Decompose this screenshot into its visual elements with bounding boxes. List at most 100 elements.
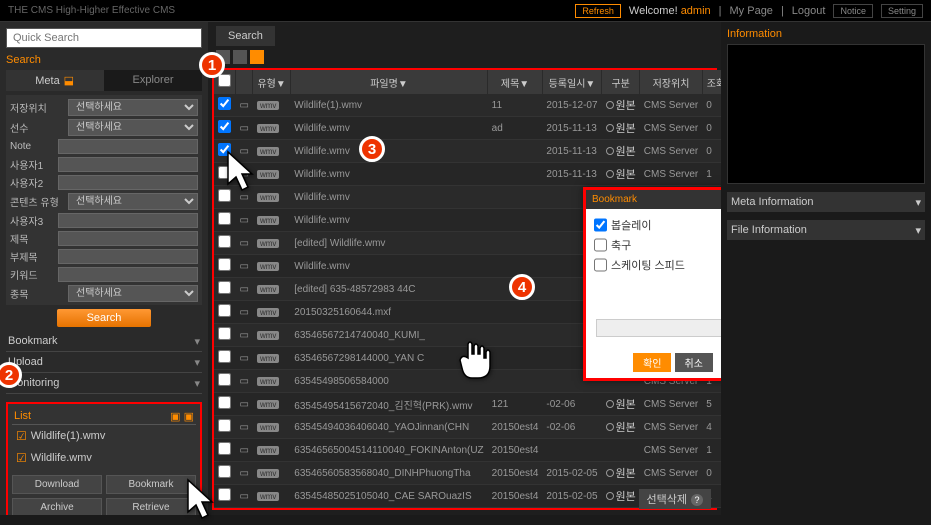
search-tab[interactable]: Search xyxy=(216,26,275,46)
file-icon: ▭ xyxy=(236,232,253,255)
logout-link[interactable]: Logout xyxy=(792,5,826,17)
setting-button[interactable]: Setting xyxy=(881,4,923,18)
tab-meta[interactable]: Meta ⬓ xyxy=(6,70,104,91)
file-icon: ▭ xyxy=(236,255,253,278)
type-badge: wmv xyxy=(257,354,279,363)
table-row[interactable]: ▭ wmv 63546560583568040_DINHPhuongTha 20… xyxy=(214,462,721,485)
row-checkbox[interactable] xyxy=(218,212,231,225)
welcome-label: Welcome! xyxy=(629,5,678,17)
delete-selected-button[interactable]: 선택삭제? xyxy=(639,489,711,509)
list-item[interactable]: ☑Wildlife.wmv xyxy=(12,447,196,469)
user3-input[interactable] xyxy=(58,213,198,228)
cell-storage: CMS Server xyxy=(640,94,702,117)
refresh-button[interactable]: Refresh xyxy=(575,4,621,18)
row-checkbox[interactable] xyxy=(218,304,231,317)
cell-filename: Wildlife.wmv xyxy=(290,209,487,232)
table-row[interactable]: ▭ wmv Wildlife.wmv ad 2015-11-13 원본 CMS … xyxy=(214,117,721,140)
bookmark-option-checkbox[interactable] xyxy=(594,237,607,253)
row-checkbox[interactable] xyxy=(218,373,231,386)
row-checkbox[interactable] xyxy=(218,396,231,409)
row-checkbox[interactable] xyxy=(218,350,231,363)
row-checkbox[interactable] xyxy=(218,327,231,340)
table-row[interactable]: ▭ wmv Wildlife.wmv 2015-11-13 원본 CMS Ser… xyxy=(214,140,721,163)
list-item[interactable]: ☑Wildlife(1).wmv xyxy=(12,425,196,447)
row-checkbox[interactable] xyxy=(218,235,231,248)
save-icon[interactable] xyxy=(250,50,264,64)
loc-select[interactable]: 선택하세요 xyxy=(68,99,198,116)
type-badge: wmv xyxy=(257,469,279,478)
keyword-input[interactable] xyxy=(58,267,198,282)
cell-filename: Wildlife(1).wmv xyxy=(290,94,487,117)
app-logo: THE CMS High-Higher Effective CMS xyxy=(8,5,175,16)
chevron-down-icon: ▾ xyxy=(194,377,200,390)
row-checkbox[interactable] xyxy=(218,442,231,455)
cell-filename: 63545495415672040_김진혁(PRK).wmv xyxy=(290,393,487,416)
cell-date: 2015-02-05 xyxy=(542,462,601,485)
table-row[interactable]: ▭ wmv 63545495415672040_김진혁(PRK).wmv 121… xyxy=(214,393,721,416)
cell-title xyxy=(488,209,543,232)
content-type-select[interactable]: 선택하세요 xyxy=(68,193,198,210)
cursor-hand-icon xyxy=(454,336,498,391)
row-checkbox[interactable] xyxy=(218,419,231,432)
table-row[interactable]: ▭ wmv 63545494036406040_YAOJinnan(CHN 20… xyxy=(214,416,721,439)
user1-input[interactable] xyxy=(58,157,198,172)
player-select[interactable]: 선택하세요 xyxy=(68,119,198,136)
bookmark-name-input[interactable] xyxy=(596,319,721,337)
meta-info-header[interactable]: Meta Information▾ xyxy=(727,192,925,212)
type-badge: wmv xyxy=(257,492,279,501)
row-checkbox[interactable] xyxy=(218,281,231,294)
cell-storage: CMS Server xyxy=(640,117,702,140)
download-button[interactable]: Download xyxy=(12,475,102,494)
row-checkbox[interactable] xyxy=(218,120,231,133)
notice-button[interactable]: Notice xyxy=(833,4,873,18)
chevron-down-icon: ▾ xyxy=(915,224,921,237)
subtitle-input[interactable] xyxy=(58,249,198,264)
cell-filename: 63546565004514110040_FOKINAnton(UZ xyxy=(290,439,487,462)
help-icon[interactable]: ? xyxy=(691,494,703,506)
row-checkbox[interactable] xyxy=(218,97,231,110)
select-all-checkbox[interactable] xyxy=(218,74,231,87)
type-badge: wmv xyxy=(257,423,279,432)
col-storage[interactable]: 저장위치 xyxy=(640,70,702,94)
user2-input[interactable] xyxy=(58,175,198,190)
table-row[interactable]: ▭ wmv Wildlife(1).wmv 11 2015-12-07 원본 C… xyxy=(214,94,721,117)
cell-filename: [edited] Wildlife.wmv xyxy=(290,232,487,255)
bookmark-section[interactable]: Bookmark▾ xyxy=(6,331,202,352)
category-select[interactable]: 선택하세요 xyxy=(68,285,198,302)
cell-filename: 63545494036406040_YAOJinnan(CHN xyxy=(290,416,487,439)
cell-storage: CMS Server xyxy=(640,393,702,416)
bookmark-option-checkbox[interactable] xyxy=(594,217,607,233)
retrieve-button[interactable]: Retrieve xyxy=(106,498,196,515)
col-regdate[interactable]: 등록일시▼ xyxy=(542,70,601,94)
file-icon: ▭ xyxy=(236,94,253,117)
cell-filename: Wildlife.wmv xyxy=(290,255,487,278)
mypage-link[interactable]: My Page xyxy=(730,5,773,17)
title-input[interactable] xyxy=(58,231,198,246)
col-title[interactable]: 제목▼ xyxy=(488,70,543,94)
note-input[interactable] xyxy=(58,139,198,154)
col-division[interactable]: 구분 xyxy=(602,70,640,94)
ok-button[interactable]: 확인 xyxy=(633,353,671,372)
search-button[interactable]: Search xyxy=(57,309,152,327)
col-type[interactable]: 유형▼ xyxy=(253,70,290,94)
table-row[interactable]: ▭ wmv Wildlife.wmv 2015-11-13 원본 CMS Ser… xyxy=(214,163,721,186)
cell-division: 원본 xyxy=(602,163,640,186)
bookmark-button[interactable]: Bookmark xyxy=(106,475,196,494)
upload-section[interactable]: Upload▾ xyxy=(6,352,202,373)
cancel-button[interactable]: 취소 xyxy=(675,353,713,372)
col-views[interactable]: 조회수▼ xyxy=(702,70,721,94)
file-info-header[interactable]: File Information▾ xyxy=(727,220,925,240)
col-filename[interactable]: 파일명▼ xyxy=(290,70,487,94)
tab-explorer[interactable]: Explorer xyxy=(104,70,202,91)
bookmark-option-checkbox[interactable] xyxy=(594,257,607,273)
monitoring-section[interactable]: Monitoring▾ xyxy=(6,373,202,394)
view-grid-icon[interactable] xyxy=(233,50,247,64)
row-checkbox[interactable] xyxy=(218,465,231,478)
quick-search-input[interactable] xyxy=(6,28,202,48)
archive-button[interactable]: Archive xyxy=(12,498,102,515)
list-tools-icon[interactable]: ▣ ▣ xyxy=(170,410,194,423)
table-row[interactable]: ▭ wmv 63546565004514110040_FOKINAnton(UZ… xyxy=(214,439,721,462)
row-checkbox[interactable] xyxy=(218,258,231,271)
check-icon: ☑ xyxy=(16,429,27,443)
chevron-down-icon: ▾ xyxy=(915,196,921,209)
